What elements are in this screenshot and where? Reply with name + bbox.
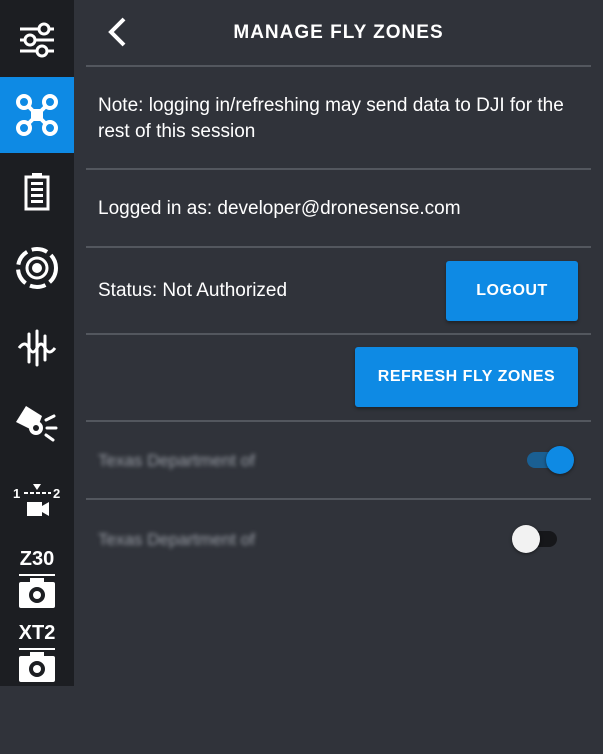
battery-icon: [24, 173, 50, 211]
divider: [86, 498, 591, 500]
sidebar-item-settings[interactable]: [0, 2, 74, 78]
camera-switch-label-right: 2: [53, 486, 60, 501]
toggle-thumb: [512, 525, 540, 553]
sidebar-item-z30[interactable]: Z30: [0, 542, 74, 612]
sidebar-item-battery[interactable]: [0, 153, 74, 229]
note-text: Note: logging in/refreshing may send dat…: [98, 95, 564, 142]
header: MANAGE FLY ZONES: [74, 0, 603, 66]
sidebar: 1 2 Z30 XT2: [0, 0, 74, 686]
zone-name: Texas Department of: [98, 530, 255, 549]
toggle-thumb: [546, 446, 574, 474]
spotlight-icon: [16, 406, 58, 442]
main-panel: MANAGE FLY ZONES Note: logging in/refres…: [74, 0, 603, 754]
sidebar-item-signal[interactable]: [0, 310, 74, 386]
z30-label: Z30: [19, 548, 55, 570]
sidebar-item-xt2[interactable]: XT2: [0, 616, 74, 686]
divider: [86, 246, 591, 248]
sliders-icon: [20, 22, 54, 58]
divider: [86, 168, 591, 170]
sidebar-item-camera-switch[interactable]: 1 2: [0, 462, 74, 538]
logged-in-text: Logged in as: developer@dronesense.com: [98, 198, 461, 219]
camera-lens-icon: [16, 247, 58, 289]
status-text: Status: Not Authorized: [98, 280, 288, 301]
divider: [86, 65, 591, 67]
divider: [86, 420, 591, 422]
zone-toggle[interactable]: [512, 523, 562, 553]
refresh-fly-zones-button[interactable]: REFRESH FLY ZONES: [355, 347, 578, 407]
camera-switch-label-left: 1: [13, 486, 20, 501]
camera-icon: [19, 574, 55, 608]
signal-wave-icon: [17, 329, 57, 367]
divider: [86, 333, 591, 335]
sidebar-item-gimbal[interactable]: [0, 230, 74, 306]
logout-button[interactable]: LOGOUT: [446, 261, 578, 321]
camera-icon: [19, 648, 55, 682]
sidebar-item-fly-zones[interactable]: [0, 77, 74, 153]
drone-icon: [16, 94, 58, 136]
zone-toggle[interactable]: [524, 444, 574, 474]
sidebar-item-spotlight[interactable]: [0, 384, 74, 460]
page-title: MANAGE FLY ZONES: [233, 22, 444, 43]
camera-switch-icon: 1 2: [13, 484, 60, 516]
xt2-label: XT2: [18, 622, 56, 644]
zone-name: Texas Department of: [98, 451, 255, 470]
